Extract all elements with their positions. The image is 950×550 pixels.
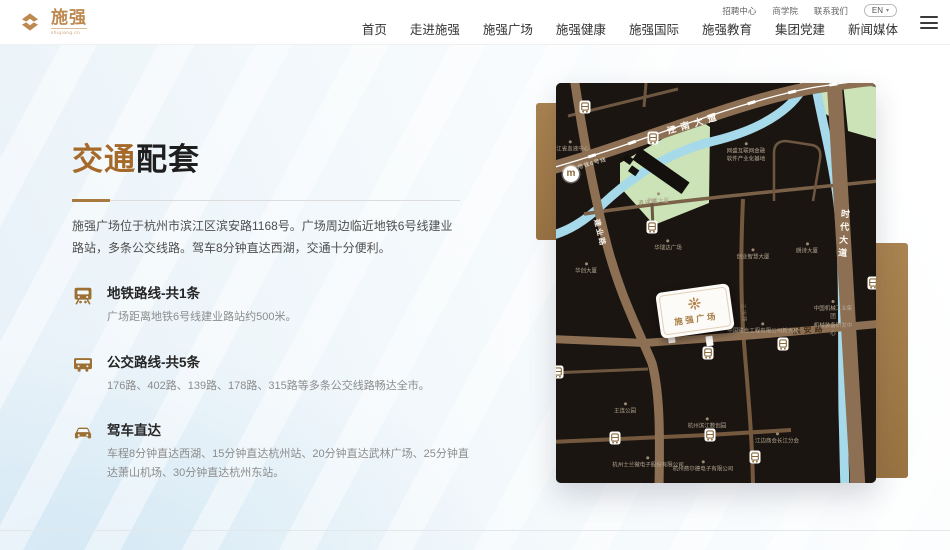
transport-item-metro: 地铁路线-共1条 广场距离地铁6号线建业路站约500米。 xyxy=(72,286,472,327)
site-header: 施强 shiqiang.cn 招聘中心 商学院 联系我们 EN ▾ 首页 走进施强 施强… xyxy=(0,0,950,45)
nav-item[interactable]: 首页 xyxy=(362,19,387,38)
intro-text: 施强广场位于杭州市滨江区滨安路1168号。广场周边临近地铁6号线建业路站，多条公… xyxy=(72,215,464,259)
language-selector[interactable]: EN ▾ xyxy=(864,4,897,17)
utility-bar: 招聘中心 商学院 联系我们 EN ▾ xyxy=(722,4,897,17)
utility-links: 招聘中心 商学院 联系我们 xyxy=(722,5,848,17)
flower-icon xyxy=(687,296,702,311)
nav-item[interactable]: 施强教育 xyxy=(702,19,752,38)
page-title-highlight: 交通 xyxy=(72,142,136,177)
nav-item[interactable]: 施强广场 xyxy=(483,19,533,38)
brand-logo[interactable]: 施强 shiqiang.cn xyxy=(15,7,87,37)
page: 施强 shiqiang.cn 招聘中心商学院联系我们 EN ▾ 首页走进施强施强… xyxy=(0,0,950,550)
nav-item[interactable]: 施强健康 xyxy=(556,19,606,38)
metro-station-icon: m xyxy=(563,166,579,182)
nav-item[interactable]: 施强国际 xyxy=(629,19,679,38)
location-map: 江南大道地铁6号线建业路时代大道滨安路滨兴路江汉路 浙江省血液中心 网盛互联网金… xyxy=(556,83,876,483)
transport-item-body: 驾车直达 车程8分钟直达西湖、15分钟直达杭州站、20分钟直达武林广场、25分钟… xyxy=(107,423,473,484)
nav-item[interactable]: 走进施强 xyxy=(410,19,460,38)
item-desc: 176路、402路、139路、178路、315路等多条公交线路畅达全市。 xyxy=(107,377,473,396)
brand-logo-icon xyxy=(15,7,45,37)
transport-item-body: 公交路线-共5条 176路、402路、139路、178路、315路等多条公交线路… xyxy=(107,355,473,396)
item-title: 驾车直达 xyxy=(107,423,473,439)
item-title: 公交路线-共5条 xyxy=(107,355,473,371)
landmark-label: 施强广场 xyxy=(673,310,718,328)
utility-link[interactable]: 联系我们 xyxy=(814,5,848,17)
nav-item[interactable]: 集团党建 xyxy=(775,19,825,38)
car-icon xyxy=(72,422,94,444)
section-divider xyxy=(0,530,950,531)
item-title: 地铁路线-共1条 xyxy=(107,286,473,302)
landmark-leg xyxy=(705,336,713,347)
brand-caption: shiqiang.cn xyxy=(51,28,87,35)
item-desc: 车程8分钟直达西湖、15分钟直达杭州站、20分钟直达武林广场、25分钟直达萧山机… xyxy=(107,445,473,484)
item-desc: 广场距离地铁6号线建业路站约500米。 xyxy=(107,308,473,327)
utility-link[interactable]: 商学院 xyxy=(772,5,798,17)
chevron-down-icon: ▾ xyxy=(886,7,889,14)
bus-icon xyxy=(72,354,94,376)
brand-logo-text: 施强 shiqiang.cn xyxy=(51,9,87,35)
utility-link[interactable]: 招聘中心 xyxy=(722,5,756,17)
decor-gold-left xyxy=(536,103,556,240)
nav-item[interactable]: 新闻媒体 xyxy=(848,19,898,38)
main-nav: 首页 走进施强 施强广场 施强健康 施强国际 施强教育 集团党建 新闻媒体 xyxy=(362,19,898,38)
page-title: 交通配套 xyxy=(72,141,472,178)
menu-icon[interactable] xyxy=(920,16,938,29)
page-title-rest: 配套 xyxy=(136,142,200,177)
language-label: EN xyxy=(872,6,883,15)
map-base-art xyxy=(556,83,876,483)
decor-gold-right xyxy=(876,243,908,478)
transport-item-car: 驾车直达 车程8分钟直达西湖、15分钟直达杭州站、20分钟直达武林广场、25分钟… xyxy=(72,423,472,484)
transport-section: 交通配套 施强广场位于杭州市滨江区滨安路1168号。广场周边临近地铁6号线建业路… xyxy=(72,120,472,484)
title-divider xyxy=(72,199,460,202)
brand-name: 施强 xyxy=(51,9,87,26)
train-icon xyxy=(72,285,94,307)
transport-item-body: 地铁路线-共1条 广场距离地铁6号线建业路站约500米。 xyxy=(107,286,473,327)
transport-item-bus: 公交路线-共5条 176路、402路、139路、178路、315路等多条公交线路… xyxy=(72,355,472,396)
